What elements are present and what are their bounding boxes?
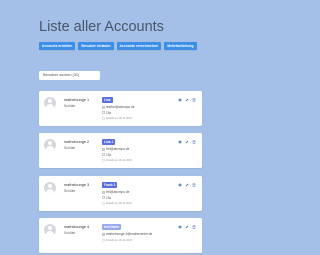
- mail-icon: [102, 147, 105, 151]
- account-username: mathelounge 3: [64, 183, 90, 187]
- avatar: [44, 182, 56, 194]
- account-username: mathelounge 2: [64, 140, 90, 144]
- pencil-icon[interactable]: [185, 183, 189, 187]
- account-role: Schüler: [64, 230, 76, 235]
- account-email: mathelounge.4@mathecenter.de: [106, 232, 153, 236]
- account-email: frei@abcmpo.de: [106, 190, 130, 194]
- account-tools: [178, 140, 196, 144]
- merge-accounts-button[interactable]: Accounts verschmelzen: [116, 42, 162, 50]
- account-email-row: frei@abcmpo.de: [102, 190, 129, 194]
- multi-management-button[interactable]: Mehrfachleitung: [164, 42, 197, 50]
- account-created-row: Erstellt am 30.11.2023: [102, 159, 132, 162]
- clock-icon: [102, 201, 105, 205]
- gear-icon[interactable]: [178, 98, 182, 102]
- document-icon: [102, 111, 105, 114]
- pencil-icon[interactable]: [185, 98, 189, 102]
- mail-icon: [102, 105, 105, 109]
- trash-icon[interactable]: [192, 140, 196, 144]
- account-created: Erstellt am 30.11.2023: [106, 239, 132, 242]
- account-badge: Lina 1: [102, 139, 116, 145]
- account-email-row: frei@abcmpo.de: [102, 147, 129, 151]
- action-toolbar: Accounts erstellen Benutzer einladen Acc…: [39, 42, 197, 50]
- account-role: Schüler: [64, 145, 76, 150]
- user-search-input[interactable]: Benutzer suchen (31): [39, 71, 100, 80]
- clock-icon: [102, 158, 105, 162]
- account-created: Erstellt am 30.11.2023: [106, 158, 132, 162]
- trash-icon[interactable]: [192, 183, 196, 187]
- pencil-icon[interactable]: [185, 225, 189, 229]
- account-email-row: mathelounge.4@mathecenter.de: [102, 232, 152, 236]
- account-created-row: Erstellt am 30.11.2023: [102, 117, 132, 120]
- account-tools: [178, 183, 196, 187]
- invite-users-button[interactable]: Benutzer einladen: [78, 42, 114, 50]
- trash-icon[interactable]: [192, 98, 196, 102]
- document-icon: [102, 153, 105, 156]
- account-count: 15x: [106, 152, 112, 157]
- account-count-row: 15x: [102, 196, 111, 200]
- account-card: mathelounge 1 Schüler Lina testfrei@abcm…: [39, 91, 202, 126]
- account-created-row: Erstellt am 30.11.2023: [102, 202, 132, 205]
- trash-icon[interactable]: [192, 225, 196, 229]
- account-email: frei@abcmpo.de: [106, 147, 130, 151]
- account-username: mathelounge 1: [64, 98, 90, 102]
- account-badge: test Name: [102, 224, 122, 230]
- avatar: [44, 139, 56, 151]
- account-count: 15x: [106, 195, 112, 200]
- gear-icon[interactable]: [178, 225, 182, 229]
- account-created-row: Erstellt am 30.11.2023: [102, 239, 132, 242]
- mail-icon: [102, 190, 105, 194]
- gear-icon[interactable]: [178, 183, 182, 187]
- account-card: mathelounge 3 Schüler Frank 2 frei@abcmp…: [39, 176, 202, 211]
- document-icon: [102, 196, 105, 199]
- account-role: Schüler: [64, 103, 76, 108]
- account-count-row: 15x: [102, 111, 111, 115]
- gear-icon[interactable]: [178, 140, 182, 144]
- account-role: Schüler: [64, 188, 76, 193]
- clock-icon: [102, 116, 105, 120]
- account-email: testfrei@abcmpo.de: [106, 105, 135, 109]
- account-count: 15x: [106, 110, 112, 115]
- page-title: Liste aller Accounts: [39, 19, 164, 35]
- account-username: mathelounge 4: [64, 225, 90, 229]
- pencil-icon[interactable]: [185, 140, 189, 144]
- account-card: mathelounge 2 Schüler Lina 1 frei@abcmpo…: [39, 133, 202, 168]
- account-created: Erstellt am 30.11.2023: [106, 201, 132, 205]
- account-badge: Lina: [102, 97, 113, 103]
- avatar: [44, 97, 56, 109]
- account-tools: [178, 98, 196, 102]
- account-count-row: 15x: [102, 153, 111, 157]
- account-email-row: testfrei@abcmpo.de: [102, 105, 135, 109]
- account-created: Erstellt am 30.11.2023: [106, 116, 132, 120]
- mail-icon: [102, 232, 105, 236]
- create-accounts-button[interactable]: Accounts erstellen: [39, 42, 76, 50]
- account-badge: Frank 2: [102, 182, 118, 188]
- clock-icon: [102, 239, 105, 242]
- account-tools: [178, 225, 196, 229]
- account-card: mathelounge 4 Schüler test Name mathelou…: [39, 218, 202, 253]
- avatar: [44, 224, 56, 236]
